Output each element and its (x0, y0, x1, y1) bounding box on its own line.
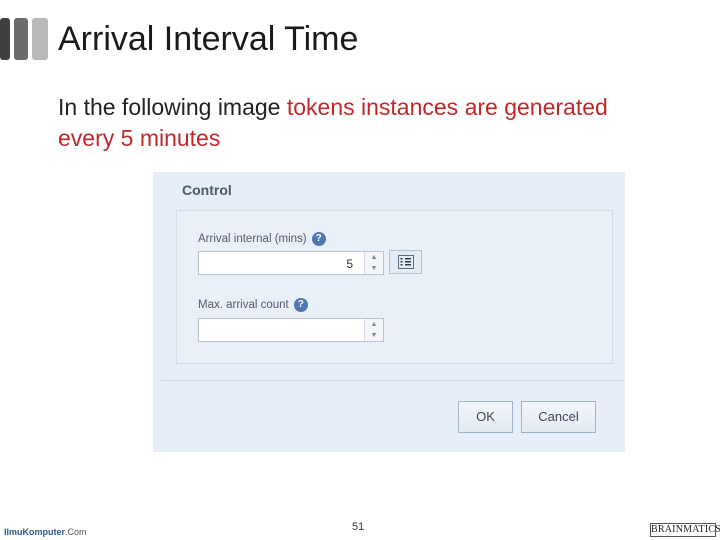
dialog-title: Control (182, 182, 232, 198)
triangle-up-icon[interactable]: ▲ (365, 319, 383, 330)
max-arrival-count-label: Max. arrival count ? (198, 298, 308, 312)
max-arrival-count-input[interactable]: ▲ ▼ (198, 318, 384, 342)
ok-button[interactable]: OK (458, 401, 513, 433)
footer-logo-domain: .Com (65, 527, 87, 537)
max-arrival-count-label-text: Max. arrival count (198, 299, 289, 311)
page-number: 51 (352, 521, 365, 533)
triangle-up-icon[interactable]: ▲ (365, 252, 383, 263)
cancel-button[interactable]: Cancel (521, 401, 596, 433)
body-plain-text: In the following image (58, 94, 287, 120)
arrival-interval-value: 5 (346, 257, 353, 271)
dialog-divider (161, 380, 625, 381)
title-bar-decoration-mid (14, 18, 28, 60)
triangle-down-icon[interactable]: ▼ (365, 263, 383, 274)
arrival-interval-spinner: ▲ ▼ (364, 252, 383, 274)
control-dialog: Control Arrival internal (mins) ? 5 ▲ ▼ (153, 172, 625, 452)
arrival-interval-input[interactable]: 5 ▲ ▼ (198, 251, 384, 275)
title-bar-decoration-dark (0, 18, 10, 60)
footer-logo-brainmatics: BRAINMATICS (650, 523, 720, 537)
slide-title: Arrival Interval Time (58, 20, 359, 58)
question-icon[interactable]: ? (311, 232, 326, 246)
arrival-interval-label-text: Arrival internal (mins) (198, 233, 307, 245)
title-bar-decoration-light (32, 18, 48, 60)
arrival-interval-label: Arrival internal (mins) ? (198, 232, 326, 246)
slide-body-text: In the following image tokens instances … (58, 92, 618, 154)
max-arrival-count-spinner: ▲ ▼ (364, 319, 383, 341)
triangle-down-icon[interactable]: ▼ (365, 330, 383, 341)
control-fields-group: Arrival internal (mins) ? 5 ▲ ▼ Max. arr… (176, 210, 613, 364)
list-picker-button[interactable] (389, 250, 422, 274)
footer-logo-name: IlmuKomputer (4, 527, 66, 537)
question-icon[interactable]: ? (293, 298, 308, 312)
footer-logo-ilmukomputer: IlmuKomputer.Com (4, 527, 87, 537)
list-picker-icon (398, 255, 414, 269)
